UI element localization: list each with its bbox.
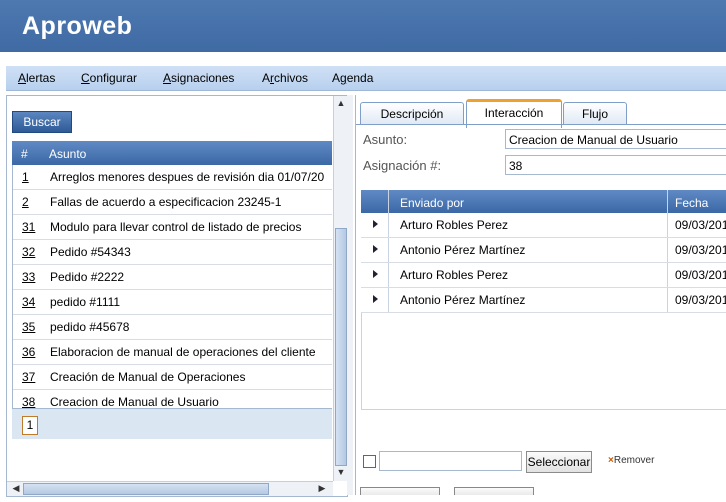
table-row[interactable]: 37 Creación de Manual de Operaciones xyxy=(13,365,332,390)
scroll-right-icon[interactable]: ▶ xyxy=(315,483,329,494)
scroll-thumb[interactable] xyxy=(335,228,347,466)
panel-splitter[interactable] xyxy=(347,95,353,495)
row-number-link[interactable]: 1 xyxy=(22,170,29,184)
grid-body: 1 Arreglos menores despues de revisión di… xyxy=(12,165,332,415)
recipient-bar: Seleccionar ×Remover xyxy=(361,450,726,476)
scroll-up-icon[interactable]: ▲ xyxy=(334,98,347,108)
table-row[interactable]: 31 Modulo para llevar control de listado … xyxy=(13,215,332,240)
menu-bar: Alertas Configurar Asignaciones Archivos… xyxy=(6,66,726,91)
table-row[interactable]: Antonio Pérez Martínez 09/03/201 xyxy=(361,238,726,263)
scroll-down-icon[interactable]: ▼ xyxy=(334,467,347,477)
menu-configurar[interactable]: Configurar xyxy=(81,71,137,85)
sent-date: 09/03/201 xyxy=(675,268,726,282)
table-row[interactable]: Arturo Robles Perez 09/03/201 xyxy=(361,213,726,238)
hscroll-thumb[interactable] xyxy=(23,483,269,495)
table-row[interactable]: Arturo Robles Perez 09/03/201 xyxy=(361,263,726,288)
select-button[interactable]: Seleccionar xyxy=(526,451,592,473)
row-asunto: Creacion de Manual de Usuario xyxy=(50,395,219,409)
row-asunto: Creación de Manual de Operaciones xyxy=(50,370,246,384)
tab-descripcion[interactable]: Descripción xyxy=(360,102,464,125)
table-row[interactable]: 36 Elaboracion de manual de operaciones d… xyxy=(13,340,332,365)
row-number-link[interactable]: 32 xyxy=(22,245,35,259)
interaction-grid-body: Arturo Robles Perez 09/03/201 Antonio Pére… xyxy=(361,213,726,313)
remove-link[interactable]: ×Remover xyxy=(608,455,654,466)
detail-panel: Descripción Interacción Flujo Asunto: Cr… xyxy=(355,95,726,495)
table-row[interactable]: 2 Fallas de acuerdo a especificacion 2324… xyxy=(13,190,332,215)
row-number-link[interactable]: 2 xyxy=(22,195,29,209)
row-asunto: Arreglos menores despues de revisión dia… xyxy=(50,170,325,184)
sent-date: 09/03/201 xyxy=(675,243,726,257)
interaction-grid-empty xyxy=(361,313,726,410)
row-asunto: Elaboracion de manual de operaciones del… xyxy=(50,345,316,359)
triangle-right-icon[interactable] xyxy=(373,245,378,253)
grid-header: # Asunto xyxy=(12,141,332,165)
row-asunto: pedido #1111 xyxy=(50,295,121,309)
row-asunto: Fallas de acuerdo a especificacion 23245… xyxy=(50,195,282,209)
table-row[interactable]: 35 pedido #45678 xyxy=(13,315,332,340)
sender-name: Arturo Robles Perez xyxy=(400,218,509,232)
table-row[interactable]: 1 Arreglos menores despues de revisión di… xyxy=(13,165,332,190)
menu-agenda[interactable]: Agenda xyxy=(332,71,373,85)
row-number-link[interactable]: 31 xyxy=(22,220,35,234)
table-row[interactable]: 32 Pedido #54343 xyxy=(13,240,332,265)
asunto-field[interactable]: Creacion de Manual de Usuario xyxy=(505,129,726,149)
pager: 1 xyxy=(12,408,332,439)
page-button[interactable]: 1 xyxy=(22,416,38,435)
app-header: Aproweb xyxy=(0,0,726,52)
table-row[interactable]: 33 Pedido #2222 xyxy=(13,265,332,290)
sent-date: 09/03/201 xyxy=(675,218,726,232)
row-asunto: Pedido #2222 xyxy=(50,270,125,284)
scroll-left-icon[interactable]: ◀ xyxy=(9,483,23,494)
assignments-grid: # Asunto 1 Arreglos menores despues de re… xyxy=(12,141,332,415)
sent-date: 09/03/201 xyxy=(675,293,726,307)
asignacion-label: Asignación #: xyxy=(363,158,442,173)
row-number-link[interactable]: 37 xyxy=(22,370,35,384)
column-header-asunto[interactable]: Asunto xyxy=(49,147,86,161)
triangle-right-icon[interactable] xyxy=(373,270,378,278)
select-checkbox[interactable] xyxy=(363,455,376,468)
recipient-input[interactable] xyxy=(379,451,522,471)
row-number-link[interactable]: 38 xyxy=(22,395,35,409)
horizontal-scrollbar[interactable]: ◀ ▶ xyxy=(7,481,333,496)
sender-name: Arturo Robles Perez xyxy=(400,268,509,282)
vertical-scrollbar[interactable]: ▲ ▼ xyxy=(333,96,347,481)
row-number-link[interactable]: 36 xyxy=(22,345,35,359)
tab-flujo[interactable]: Flujo xyxy=(563,102,627,125)
header-spacer xyxy=(0,52,726,66)
action-button-2[interactable] xyxy=(454,487,534,495)
row-asunto: Pedido #54343 xyxy=(50,245,131,259)
row-number-link[interactable]: 35 xyxy=(22,320,35,334)
row-number-link[interactable]: 33 xyxy=(22,270,35,284)
app-title: Aproweb xyxy=(22,12,133,40)
triangle-right-icon[interactable] xyxy=(373,220,378,228)
interaction-grid: Enviado por Fecha Arturo Robles Perez 09/… xyxy=(361,190,726,410)
column-header-fecha[interactable]: Fecha xyxy=(675,196,708,210)
interaction-grid-header: Enviado por Fecha xyxy=(361,190,726,213)
table-row[interactable]: Antonio Pérez Martínez 09/03/201 xyxy=(361,288,726,313)
sender-name: Antonio Pérez Martínez xyxy=(400,243,526,257)
assignments-panel: Buscar # Asunto 1 Arreglos menores despue… xyxy=(6,95,348,497)
tab-underline xyxy=(356,124,726,125)
menu-archivos[interactable]: Archivos xyxy=(262,71,308,85)
row-number-link[interactable]: 34 xyxy=(22,295,35,309)
row-asunto: Modulo para llevar control de listado de… xyxy=(50,220,302,234)
menu-asignaciones[interactable]: Asignaciones xyxy=(163,71,234,85)
row-asunto: pedido #45678 xyxy=(50,320,130,334)
table-row[interactable]: 34 pedido #1111 xyxy=(13,290,332,315)
triangle-right-icon[interactable] xyxy=(373,295,378,303)
search-button[interactable]: Buscar xyxy=(12,111,72,133)
asignacion-field[interactable]: 38 xyxy=(505,155,726,175)
sender-name: Antonio Pérez Martínez xyxy=(400,293,526,307)
action-button-1[interactable] xyxy=(360,487,440,495)
asunto-label: Asunto: xyxy=(363,132,408,147)
column-header-enviado[interactable]: Enviado por xyxy=(400,196,464,210)
column-header-num[interactable]: # xyxy=(21,147,28,161)
menu-alertas[interactable]: Alertas xyxy=(18,71,55,85)
